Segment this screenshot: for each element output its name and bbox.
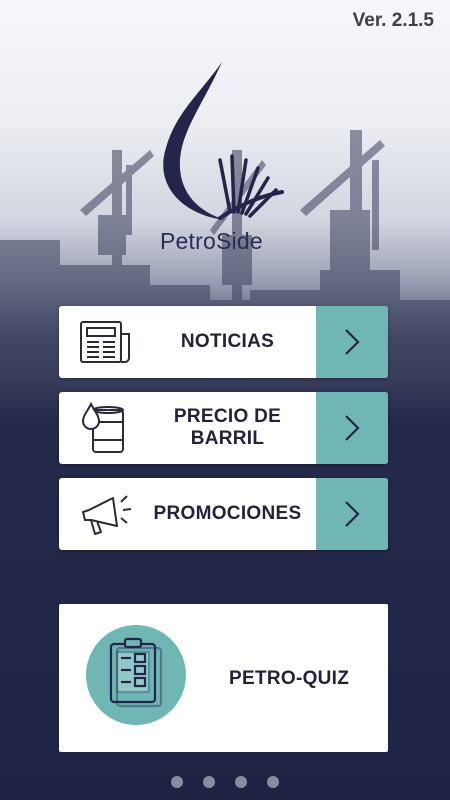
- menu-label-line-2: BARRIL: [190, 428, 265, 449]
- brand-name: PetroSide: [160, 228, 263, 254]
- chevron-right-icon: [345, 329, 360, 355]
- chevron-right-icon: [345, 501, 360, 527]
- menu-button-precio-barril[interactable]: PRECIO DE BARRIL: [59, 392, 388, 464]
- chevron-right-button[interactable]: [316, 478, 388, 550]
- menu-button-promociones[interactable]: PROMOCIONES: [59, 478, 388, 550]
- petro-quiz-card[interactable]: PETRO-QUIZ: [59, 604, 388, 752]
- petro-quiz-label: PETRO-QUIZ: [229, 668, 350, 689]
- version-label: Ver. 2.1.5: [352, 10, 434, 31]
- page-dot[interactable]: [267, 776, 279, 788]
- menu-label-line-1: NOTICIAS: [180, 331, 275, 352]
- menu-label-noticias: NOTICIAS: [139, 306, 316, 378]
- home-screen: Ver. 2.1.5 PetroSide NOTICIAS PRECIO DE …: [0, 0, 450, 800]
- page-indicator: [0, 776, 450, 788]
- chevron-right-button[interactable]: [316, 306, 388, 378]
- menu-label-promociones: PROMOCIONES: [139, 478, 316, 550]
- page-dot[interactable]: [235, 776, 247, 788]
- clipboard-icon: [86, 625, 186, 725]
- petroside-logo-icon: [163, 62, 284, 220]
- newspaper-icon: [80, 321, 130, 363]
- page-dot[interactable]: [203, 776, 215, 788]
- menu-label-line-1: PROMOCIONES: [153, 503, 302, 524]
- menu-button-noticias[interactable]: NOTICIAS: [59, 306, 388, 378]
- chevron-right-icon: [345, 415, 360, 441]
- menu-label-line-1: PRECIO DE: [173, 406, 282, 427]
- menu-label-precio-barril: PRECIO DE BARRIL: [139, 392, 316, 464]
- megaphone-icon: [82, 495, 132, 535]
- chevron-right-button[interactable]: [316, 392, 388, 464]
- page-dot[interactable]: [171, 776, 183, 788]
- oil-barrel-icon: [81, 401, 124, 453]
